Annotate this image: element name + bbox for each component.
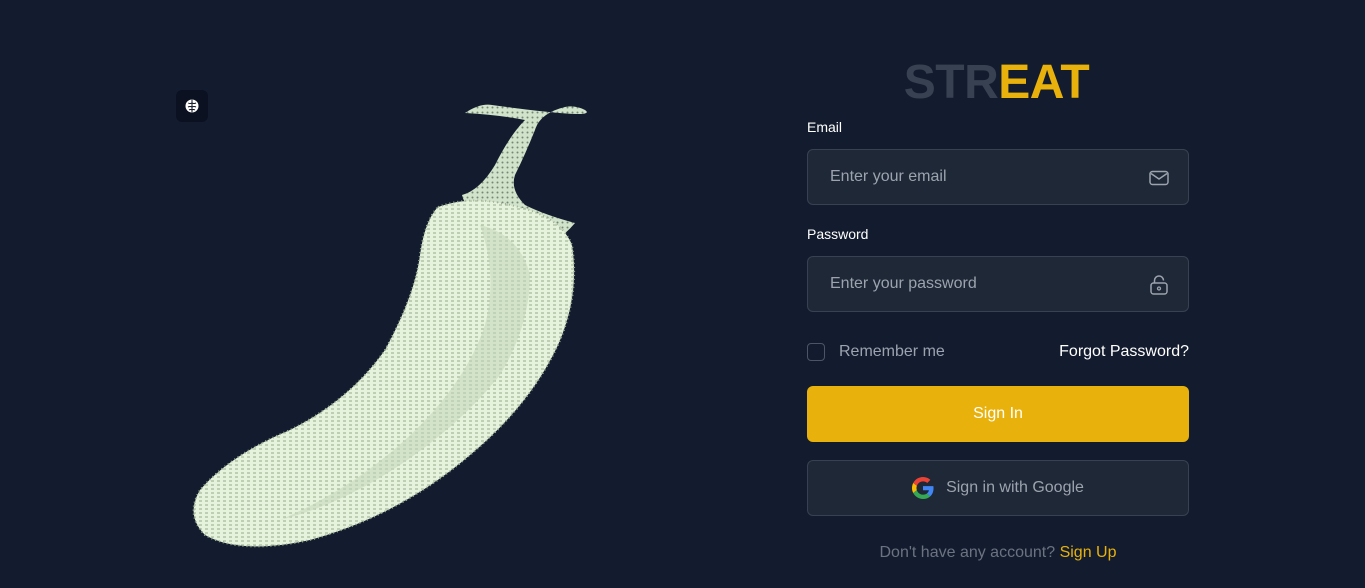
logo-part-1: STR [903, 56, 999, 109]
email-input[interactable] [808, 150, 1188, 204]
login-form: STREAT Email Password Remember me Forgot… [807, 55, 1189, 562]
illustration-panel [0, 0, 760, 588]
signup-prompt: Don't have any account? [879, 544, 1056, 561]
sign-in-label: Sign In [973, 405, 1023, 422]
google-sign-in-button[interactable]: Sign in with Google [807, 460, 1189, 516]
forgot-password-link[interactable]: Forgot Password? [1059, 343, 1189, 361]
login-page: STREAT Email Password Remember me Forgot… [0, 0, 1365, 588]
google-sign-in-label: Sign in with Google [946, 479, 1084, 496]
google-icon [912, 477, 934, 499]
remember-checkbox[interactable] [807, 343, 825, 361]
password-field-wrapper [807, 256, 1189, 312]
signup-row: Don't have any account? Sign Up [807, 544, 1189, 562]
chili-pepper-illustration [192, 104, 587, 548]
options-row: Remember me Forgot Password? [807, 342, 1189, 364]
remember-label: Remember me [839, 343, 945, 360]
password-input[interactable] [808, 257, 1188, 311]
email-label: Email [807, 119, 843, 135]
password-label: Password [807, 226, 869, 242]
unlock-icon[interactable] [1148, 274, 1170, 296]
app-logo: STREAT [804, 55, 1189, 111]
sign-up-link[interactable]: Sign Up [1060, 544, 1117, 561]
logo-part-2: EAT [998, 56, 1090, 109]
email-field-wrapper [807, 149, 1189, 205]
mail-icon [1149, 170, 1169, 186]
sign-in-button[interactable]: Sign In [807, 386, 1189, 442]
